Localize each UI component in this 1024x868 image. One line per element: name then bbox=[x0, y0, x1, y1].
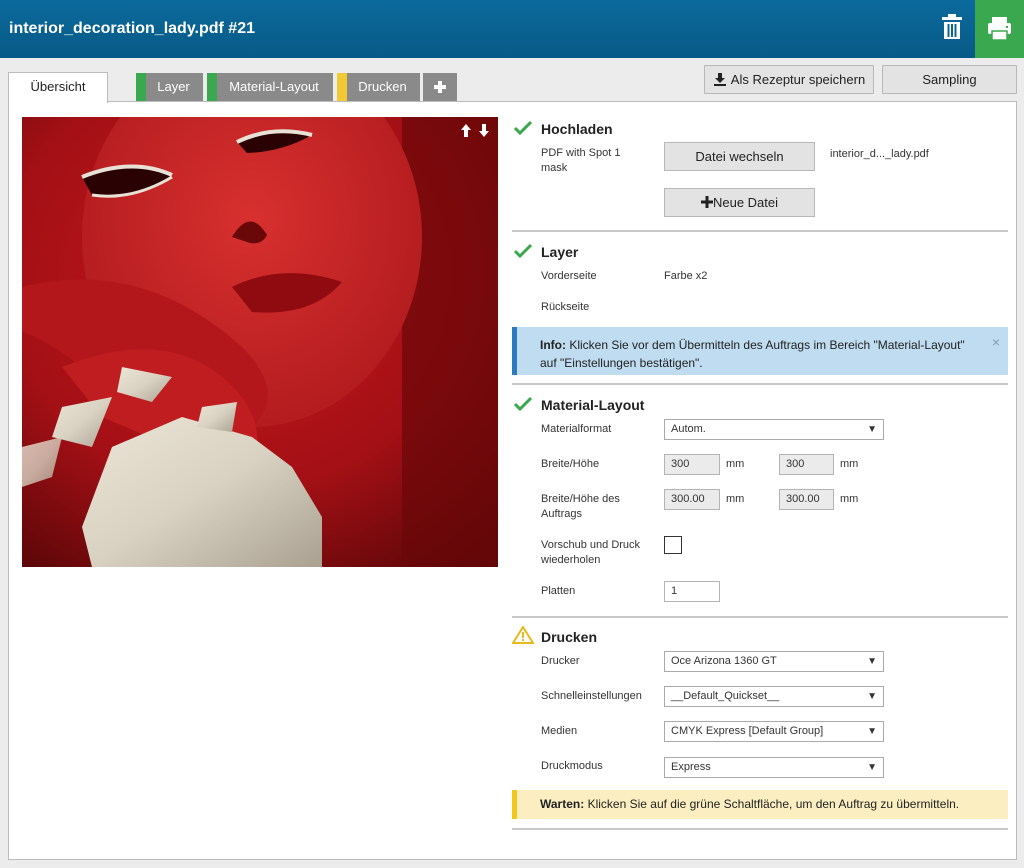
tab-status-marker bbox=[207, 73, 217, 101]
job-width-input[interactable]: 300.00 bbox=[664, 489, 720, 510]
info-message: Info: Klicken Sie vor dem Übermitteln de… bbox=[512, 327, 1008, 375]
warning-message: Warten: Klicken Sie auf die grüne Schalt… bbox=[512, 790, 1008, 819]
print-title: Drucken bbox=[541, 629, 598, 645]
mode-value: Express bbox=[671, 761, 711, 773]
reorder-arrows[interactable] bbox=[460, 124, 492, 138]
section-divider bbox=[512, 230, 1008, 232]
save-recipe-button[interactable]: Als Rezeptur speichern bbox=[704, 65, 874, 94]
unit-label: mm bbox=[840, 458, 859, 470]
job-size-label: Breite/Höhe des Auftrags bbox=[541, 493, 620, 520]
tab-overview-label: Übersicht bbox=[30, 79, 86, 94]
size-label: Breite/Höhe bbox=[541, 458, 600, 470]
front-label: Vorderseite bbox=[541, 270, 597, 282]
section-divider bbox=[512, 383, 1008, 385]
quickset-value: __Default_Quickset__ bbox=[671, 690, 780, 702]
close-icon[interactable]: × bbox=[992, 333, 1000, 351]
plus-icon bbox=[700, 196, 713, 208]
change-file-label: Datei wechseln bbox=[695, 149, 784, 164]
download-icon bbox=[713, 73, 726, 86]
tab-layer[interactable]: Layer bbox=[136, 73, 203, 101]
unit-label: mm bbox=[726, 493, 745, 505]
tab-print[interactable]: Drucken bbox=[337, 73, 420, 101]
tab-status-marker bbox=[136, 73, 146, 101]
section-divider bbox=[512, 828, 1008, 830]
plus-icon bbox=[434, 81, 446, 93]
new-file-label: Neue Datei bbox=[712, 195, 779, 210]
sampling-button[interactable]: Sampling bbox=[882, 65, 1017, 94]
dropdown-caret-icon: ▼ bbox=[867, 424, 877, 435]
printer-icon bbox=[988, 17, 1011, 41]
sampling-label: Sampling bbox=[922, 72, 977, 87]
repeat-checkbox[interactable] bbox=[664, 536, 682, 554]
preview-image bbox=[22, 117, 498, 567]
dropdown-caret-icon: ▼ bbox=[867, 762, 877, 773]
height-input[interactable]: 300 bbox=[779, 454, 834, 475]
repeat-label: Vorschub und Druck wiederholen bbox=[541, 539, 641, 566]
tab-print-label: Drucken bbox=[358, 79, 407, 94]
check-icon bbox=[514, 243, 532, 259]
info-text: Klicken Sie vor dem Übermitteln des Auft… bbox=[540, 338, 965, 370]
warning-prefix: Warten: bbox=[540, 797, 585, 811]
add-tab-button[interactable] bbox=[423, 73, 457, 101]
file-type-label: PDF with Spot 1 mask bbox=[541, 147, 621, 174]
printer-select[interactable]: Oce Arizona 1360 GT ▼ bbox=[664, 651, 884, 672]
submit-print-button[interactable] bbox=[975, 0, 1024, 58]
check-icon bbox=[514, 120, 532, 136]
printer-value: Oce Arizona 1360 GT bbox=[671, 655, 777, 667]
back-label: Rückseite bbox=[541, 301, 590, 313]
section-divider bbox=[512, 616, 1008, 618]
warning-text: Klicken Sie auf die grüne Schaltfläche, … bbox=[584, 797, 960, 811]
check-icon bbox=[514, 396, 532, 412]
format-value: Autom. bbox=[671, 423, 706, 435]
job-title: interior_decoration_lady.pdf #21 bbox=[9, 20, 255, 37]
tab-status-marker bbox=[337, 73, 347, 101]
layer-title: Layer bbox=[541, 244, 579, 260]
media-label: Medien bbox=[541, 725, 578, 737]
material-title: Material-Layout bbox=[541, 397, 645, 413]
dropdown-caret-icon: ▼ bbox=[867, 691, 877, 702]
tab-overview[interactable]: Übersicht bbox=[8, 72, 108, 103]
media-select[interactable]: CMYK Express [Default Group] ▼ bbox=[664, 721, 884, 742]
dropdown-caret-icon: ▼ bbox=[867, 656, 877, 667]
arrow-down-icon bbox=[479, 124, 489, 137]
media-value: CMYK Express [Default Group] bbox=[671, 725, 824, 737]
unit-label: mm bbox=[840, 493, 859, 505]
file-name: interior_d..._lady.pdf bbox=[830, 148, 929, 160]
warning-icon bbox=[512, 626, 534, 644]
front-value: Farbe x2 bbox=[664, 270, 708, 282]
info-prefix: Info: bbox=[540, 338, 566, 352]
format-select[interactable]: Autom. ▼ bbox=[664, 419, 884, 440]
change-file-button[interactable]: Datei wechseln bbox=[664, 142, 815, 171]
quickset-select[interactable]: __Default_Quickset__ ▼ bbox=[664, 686, 884, 707]
top-bar: interior_decoration_lady.pdf #21 bbox=[0, 0, 1024, 58]
width-input[interactable]: 300 bbox=[664, 454, 720, 475]
job-height-input[interactable]: 300.00 bbox=[779, 489, 834, 510]
dropdown-caret-icon: ▼ bbox=[867, 726, 877, 737]
mode-label: Druckmodus bbox=[541, 760, 603, 772]
upload-title: Hochladen bbox=[541, 121, 613, 137]
trash-icon[interactable] bbox=[940, 12, 964, 42]
quickset-label: Schnelleinstellungen bbox=[541, 690, 642, 702]
plates-label: Platten bbox=[541, 585, 576, 597]
plates-input[interactable]: 1 bbox=[664, 581, 720, 602]
new-file-button[interactable]: Neue Datei bbox=[664, 188, 815, 217]
tab-material-layout-label: Material-Layout bbox=[229, 79, 319, 94]
printer-label: Drucker bbox=[541, 655, 580, 667]
tab-layer-label: Layer bbox=[157, 79, 190, 94]
mode-select[interactable]: Express ▼ bbox=[664, 757, 884, 778]
format-label: Materialformat bbox=[541, 423, 612, 435]
tab-material-layout[interactable]: Material-Layout bbox=[207, 73, 333, 101]
unit-label: mm bbox=[726, 458, 745, 470]
save-recipe-label: Als Rezeptur speichern bbox=[730, 72, 866, 87]
arrow-up-icon bbox=[461, 124, 471, 137]
